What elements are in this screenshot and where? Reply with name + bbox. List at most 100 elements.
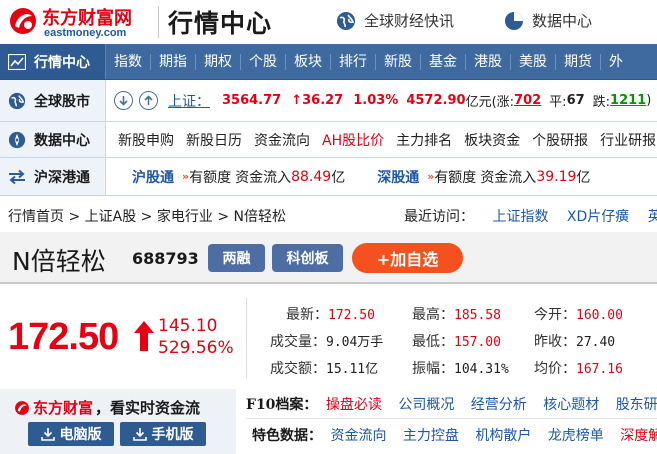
site-header: 东方财富网 eastmoney.com 行情中心 全球财经快讯 数据中心 xyxy=(0,0,657,44)
breadcrumb-home[interactable]: 行情首页 xyxy=(8,209,64,225)
download-icon xyxy=(132,428,147,441)
f10-item[interactable]: 操盘必读 xyxy=(326,397,382,413)
data-center-row-label[interactable]: 数据中心 xyxy=(0,122,106,157)
breadcrumb-separator: > xyxy=(68,209,85,225)
margin-trading-tag[interactable]: 两融 xyxy=(208,244,265,272)
stock-name: N倍轻松 xyxy=(12,247,106,276)
link-industry-research[interactable]: 行业研报 xyxy=(600,130,656,150)
star-market-tag[interactable]: 科创板 xyxy=(272,244,343,272)
recent-item[interactable]: 上证指数 xyxy=(492,209,548,225)
feature-item[interactable]: 主力控盘 xyxy=(403,428,459,444)
quote-label: 昨收： xyxy=(534,334,576,350)
f10-item[interactable]: 股东研 xyxy=(616,397,657,413)
page-title: 行情中心 xyxy=(168,9,273,38)
breadcrumb-industry[interactable]: 家电行业 xyxy=(157,209,213,225)
link-ipo-calendar[interactable]: 新股日历 xyxy=(186,130,242,150)
quote-label: 最新： xyxy=(286,307,328,323)
scroll-up-button[interactable] xyxy=(139,91,158,110)
feature-item[interactable]: 机构散户 xyxy=(475,428,531,444)
quote-label: 最低： xyxy=(412,334,454,350)
quote-avg-price: 均价：167.16 xyxy=(534,358,623,378)
up-count[interactable]: 702 xyxy=(514,93,541,108)
link-stock-research[interactable]: 个股研报 xyxy=(532,130,588,150)
nav-item-funds[interactable]: 基金 xyxy=(421,53,466,70)
market-nav-label[interactable]: 行情中心 xyxy=(0,44,106,79)
sh-index-link[interactable]: 上证： xyxy=(168,91,210,111)
sh-connect-flow-label: 资金流入 xyxy=(235,169,292,186)
sz-connect-flow-label: 资金流入 xyxy=(480,169,537,186)
add-watchlist-button[interactable]: +加自选 xyxy=(352,243,463,273)
exchange-arrows-icon xyxy=(9,169,25,184)
link-ipo-subscribe[interactable]: 新股申购 xyxy=(118,130,174,150)
current-price: 172.50 xyxy=(8,316,119,358)
quote-label: 振幅： xyxy=(412,361,454,377)
header-divider xyxy=(158,6,159,38)
link-fund-flow[interactable]: 资金流向 xyxy=(254,130,310,150)
link-sector-funds[interactable]: 板块资金 xyxy=(464,130,520,150)
global-markets-title: 全球股市 xyxy=(34,93,90,110)
flat-count: 67 xyxy=(566,93,585,108)
nav-item-sectors[interactable]: 板块 xyxy=(286,53,331,70)
globe-icon xyxy=(337,11,355,30)
global-markets-row: 全球股市 上证： 3564.77 ↑36.27 1.03% 4572.90 亿元… xyxy=(0,80,657,122)
logo-domain: eastmoney.com xyxy=(44,27,127,39)
feature-item[interactable]: 资金流向 xyxy=(330,428,386,444)
feature-item[interactable]: 龙虎榜单 xyxy=(548,428,604,444)
nav-item-index-futures[interactable]: 期指 xyxy=(151,53,196,70)
breadcrumb-sh-a[interactable]: 上证A股 xyxy=(85,209,137,225)
quote-low: 最低：157.00 xyxy=(412,331,501,351)
quote-open: 今开：160.00 xyxy=(534,304,623,324)
down-count[interactable]: 1211 xyxy=(610,93,646,108)
f10-label: F10档案： xyxy=(246,397,318,413)
nav-item-new-stocks[interactable]: 新股 xyxy=(376,53,421,70)
download-mobile-button[interactable]: 手机版 xyxy=(120,422,206,446)
promo-slogan: 东方财富 ，看实时资金流 xyxy=(14,397,200,418)
quote-value: 9.04万手 xyxy=(326,335,384,350)
f10-item[interactable]: 公司概况 xyxy=(398,397,454,413)
market-nav: 行情中心 指数 期指 期权 个股 板块 排行 新股 基金 港股 美股 期货 外 xyxy=(0,44,657,80)
data-center-row-title: 数据中心 xyxy=(34,132,90,149)
stock-connect-info: 沪股通 » 有额度 资金流入 88.49 亿 深股通 » 有额度 资金流入 39… xyxy=(106,158,590,195)
global-markets-label[interactable]: 全球股市 xyxy=(0,80,106,121)
f10-item[interactable]: 经营分析 xyxy=(471,397,527,413)
feature-item[interactable]: 深度解 xyxy=(620,428,657,444)
nav-item-forex[interactable]: 外 xyxy=(601,54,631,70)
nav-item-index[interactable]: 指数 xyxy=(106,53,151,70)
nav-item-stocks[interactable]: 个股 xyxy=(241,53,286,70)
up-count-label: (涨: xyxy=(491,95,515,110)
global-news-link[interactable]: 全球财经快讯 xyxy=(336,10,454,31)
f10-links: F10档案： 操盘必读 公司概况 经营分析 核心题材 股东研 xyxy=(246,394,657,414)
quote-label: 均价： xyxy=(534,361,576,377)
sh-index-turnover: 4572.90 xyxy=(406,93,466,108)
nav-item-futures[interactable]: 期货 xyxy=(556,53,601,70)
flat-count-label: 平: xyxy=(549,95,567,110)
scroll-down-button[interactable] xyxy=(114,91,133,110)
nav-item-us-stocks[interactable]: 美股 xyxy=(511,53,556,70)
stock-connect-label[interactable]: 沪深港通 xyxy=(0,158,106,195)
nav-item-hk-stocks[interactable]: 港股 xyxy=(466,53,511,70)
data-center-link[interactable]: 数据中心 xyxy=(504,10,592,31)
recent-item[interactable]: XD片仔癀 xyxy=(567,209,629,225)
price-change-pct: 529.56% xyxy=(158,338,234,358)
nav-item-options[interactable]: 期权 xyxy=(196,53,241,70)
download-pc-label: 电脑版 xyxy=(59,427,102,443)
link-main-ranking[interactable]: 主力排名 xyxy=(396,130,452,150)
stock-connect-title: 沪深港通 xyxy=(34,169,90,186)
quote-value: 160.00 xyxy=(576,308,623,323)
recent-item[interactable]: 英科 xyxy=(648,209,657,225)
sh-connect-link[interactable]: 沪股通 xyxy=(132,167,174,187)
eastmoney-logo[interactable]: 东方财富网 eastmoney.com xyxy=(6,4,152,40)
sh-connect-unit: 亿 xyxy=(331,169,346,186)
sz-connect-link[interactable]: 深股通 xyxy=(377,167,419,187)
nav-item-rankings[interactable]: 排行 xyxy=(331,53,376,70)
sh-connect-quota: 有额度 xyxy=(189,169,232,186)
f10-item[interactable]: 核心题材 xyxy=(543,397,599,413)
link-ah-compare[interactable]: AH股比价 xyxy=(322,130,384,150)
feature-data-links: 特色数据： 资金流向 主力控盘 机构散户 龙虎榜单 深度解 xyxy=(252,425,657,445)
app-promo: 东方财富 ，看实时资金流 电脑版 手机版 xyxy=(0,389,236,454)
quote-latest: 最新：172.50 xyxy=(286,304,375,324)
stock-code: 688793 xyxy=(132,249,199,268)
global-index-ticker: 上证： 3564.77 ↑36.27 1.03% 4572.90 亿元 (涨: … xyxy=(106,80,651,121)
download-mobile-label: 手机版 xyxy=(151,427,194,443)
download-pc-button[interactable]: 电脑版 xyxy=(28,422,114,446)
